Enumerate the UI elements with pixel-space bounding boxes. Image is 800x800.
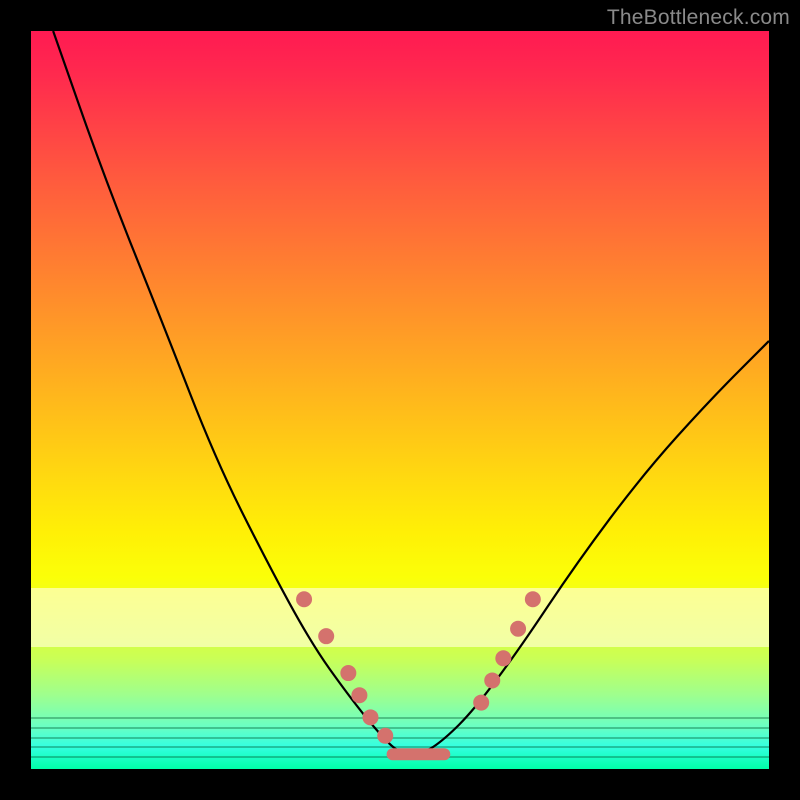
highlight-dot: [318, 628, 334, 644]
highlight-dot: [525, 591, 541, 607]
highlight-dot: [340, 665, 356, 681]
outer-black-frame: TheBottleneck.com: [0, 0, 800, 800]
highlight-dot: [495, 650, 511, 666]
highlight-dot: [510, 621, 526, 637]
plot-area: [31, 31, 769, 769]
watermark-text: TheBottleneck.com: [607, 6, 790, 30]
curve-svg: [31, 31, 769, 769]
highlight-dot: [351, 687, 367, 703]
highlight-dot: [473, 695, 489, 711]
highlight-dot: [362, 709, 378, 725]
highlight-dot: [377, 728, 393, 744]
highlight-dot: [296, 591, 312, 607]
highlight-dot: [484, 672, 500, 688]
bottleneck-curve: [53, 31, 769, 754]
